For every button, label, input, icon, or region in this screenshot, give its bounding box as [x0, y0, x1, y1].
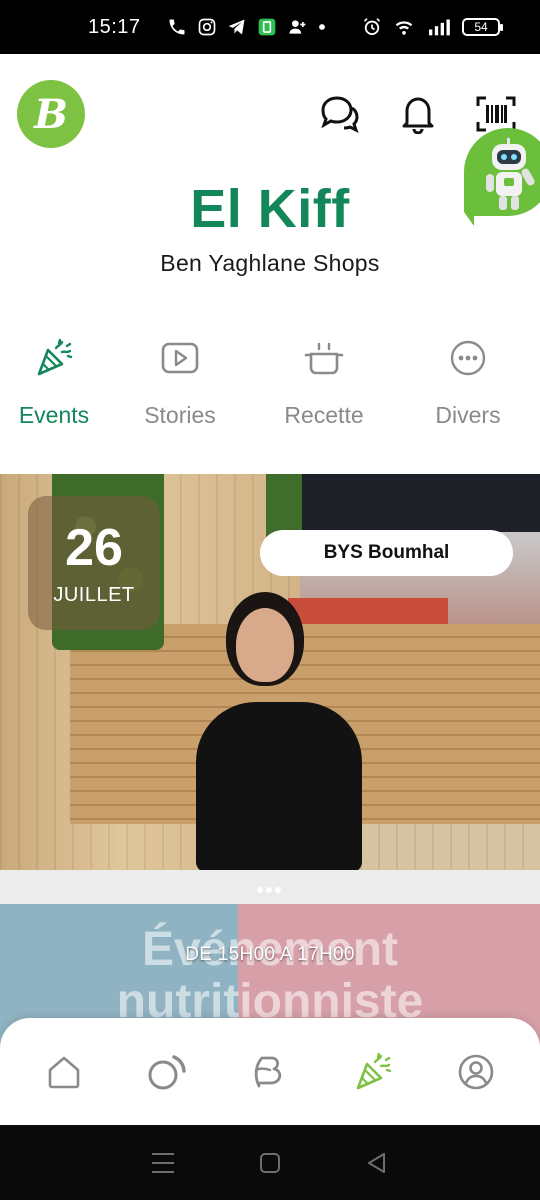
event-day: 26	[65, 519, 123, 577]
status-bar: 15:17 54	[0, 0, 540, 54]
phone-icon	[169, 19, 185, 35]
home-square-icon	[259, 1152, 280, 1173]
system-status-icons: 54	[362, 17, 503, 37]
back-icon	[367, 1152, 385, 1173]
menu-icon	[152, 1152, 175, 1173]
more-horizontal-icon	[450, 340, 486, 376]
party-popper-icon	[356, 1052, 392, 1089]
add-user-icon	[289, 20, 305, 34]
instagram-icon	[198, 18, 215, 36]
tab-recette-label: Recette	[284, 402, 364, 428]
nav-home[interactable]	[34, 1042, 94, 1102]
category-tabs: Events Stories Recette Divers	[0, 332, 540, 442]
profile-icon	[459, 1054, 494, 1089]
battery-icon: 54	[462, 18, 503, 36]
brand-logo[interactable]: B	[17, 80, 85, 148]
chat-icon	[321, 96, 359, 133]
home-system-button[interactable]	[250, 1143, 290, 1183]
signal-icon	[429, 19, 450, 36]
cooking-pot-icon	[304, 342, 344, 375]
tab-recette[interactable]: Recette	[252, 332, 396, 442]
page-title: El Kiff	[190, 179, 350, 239]
event-time-range: DE 15H00 A 17H00	[185, 944, 355, 965]
barcode-scan-icon	[476, 96, 516, 132]
tab-stories-label: Stories	[144, 402, 216, 428]
battery-level: 54	[474, 20, 488, 34]
notification-icons	[167, 17, 327, 37]
notifications-button[interactable]	[396, 92, 440, 136]
store-badge[interactable]: BYS Boumhal	[260, 530, 513, 576]
status-time: 15:17	[88, 15, 141, 38]
tab-divers[interactable]: Divers	[396, 332, 540, 442]
wifi-icon	[395, 21, 413, 35]
tab-divers-label: Divers	[435, 402, 501, 428]
home-icon	[48, 1056, 79, 1088]
recent-apps-button[interactable]	[143, 1143, 183, 1183]
dot-icon	[318, 24, 325, 30]
circle-icon	[148, 1054, 186, 1089]
tab-events[interactable]: Events	[0, 332, 108, 442]
nav-brand[interactable]	[240, 1042, 300, 1102]
brand-b-icon	[254, 1056, 282, 1087]
system-nav-bar	[0, 1125, 540, 1200]
event-date: 26 JUILLET	[28, 496, 160, 630]
tab-stories[interactable]: Stories	[108, 332, 252, 442]
play-icon	[161, 342, 199, 374]
chat-button[interactable]	[318, 92, 362, 136]
nav-circle[interactable]	[137, 1042, 197, 1102]
back-system-button[interactable]	[357, 1143, 397, 1183]
app-screen: B El Kiff Ben Yaghlane Shops Events Stor…	[0, 54, 540, 1125]
bell-icon	[402, 97, 434, 134]
alarm-icon	[363, 18, 381, 35]
party-popper-icon	[37, 338, 73, 376]
nav-profile[interactable]	[446, 1042, 506, 1102]
carousel-dots: •••	[256, 880, 284, 902]
nav-events[interactable]	[343, 1042, 403, 1102]
top-bar: B	[0, 54, 540, 174]
event-month: JUILLET	[53, 584, 135, 606]
bottom-nav	[0, 1018, 540, 1125]
event-image-text: Événement nutritionniste	[116, 923, 424, 1028]
brand-logo-letter: B	[34, 90, 68, 138]
page-subtitle: Ben Yaghlane Shops	[160, 250, 380, 276]
telegram-icon	[228, 19, 245, 35]
app-icon	[258, 18, 275, 36]
tab-events-label: Events	[18, 402, 90, 428]
